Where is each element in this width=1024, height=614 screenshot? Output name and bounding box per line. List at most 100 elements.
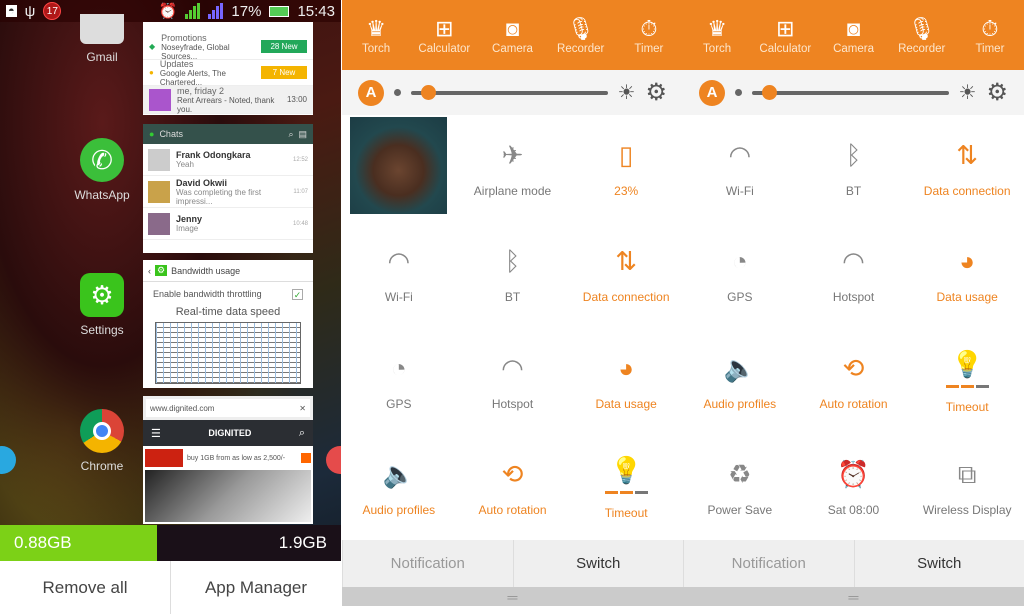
drag-handle-icon[interactable]: ═ <box>683 587 1024 606</box>
settings-card[interactable]: ‹ ⚙ Bandwidth usage Enable bandwidth throt… <box>143 260 313 388</box>
app-settings[interactable]: ⚙ Settings <box>62 273 142 337</box>
tab-switch[interactable]: Switch <box>853 540 1024 587</box>
tool-camera[interactable]: ◙ Camera <box>478 0 546 70</box>
brightness-low-icon <box>394 89 401 96</box>
row-title: Updates <box>159 58 194 69</box>
lock-icon[interactable] <box>0 446 16 474</box>
app-chrome[interactable]: Chrome <box>62 409 142 473</box>
profile-photo-tile[interactable] <box>342 115 456 221</box>
avatar <box>148 148 170 171</box>
avatar <box>148 180 170 203</box>
memory-total: 1.9GB <box>278 533 327 552</box>
toggle-airplane-mode[interactable]: ✈ Airplane mode <box>456 115 570 221</box>
chat-row[interactable]: Jenny Image 10:48 <box>143 208 313 240</box>
close-icon[interactable]: ✕ <box>299 404 306 413</box>
whatsapp-card[interactable]: ● Chats ⌕ ▤ Frank Odongkara Yeah 12:52 David … <box>143 124 313 253</box>
auto-rotation-icon: ⟲ <box>501 458 524 489</box>
tool-camera[interactable]: ◙ Camera <box>819 0 887 70</box>
url-field[interactable]: www.dignited.com <box>150 404 299 413</box>
toggle-audio-profiles[interactable]: 🔈 Audio profiles <box>342 434 456 540</box>
tool-recorder[interactable]: 🎙 Recorder <box>888 0 956 70</box>
tool-label: Recorder <box>898 43 946 55</box>
toggle-data-connection[interactable]: ⇅ Data connection <box>569 221 683 327</box>
brightness-knob[interactable] <box>420 84 436 100</box>
back-icon: ‹ <box>148 265 151 276</box>
toggle-timeout[interactable]: 💡 Timeout <box>910 328 1024 434</box>
tool-timer[interactable]: ⏱ Timer <box>956 0 1024 70</box>
toggle-bt[interactable]: ᛒ BT <box>797 115 911 221</box>
toggle-23-[interactable]: ▯ 23% <box>569 115 683 221</box>
data-connection-icon: ⇅ <box>615 246 638 277</box>
hotspot-icon: ◠ <box>842 246 865 277</box>
tool-calculator[interactable]: ⊞ Calculator <box>751 0 819 70</box>
brightness-slider[interactable] <box>752 84 949 100</box>
data-usage-icon: ◕ <box>959 246 976 277</box>
chats-title: Chats <box>159 129 183 139</box>
speed-chart <box>155 322 301 384</box>
whatsapp-icon: ● <box>149 129 155 139</box>
toggle-data-usage[interactable]: ◕ Data usage <box>910 221 1024 327</box>
app-label: WhatsApp <box>74 188 130 202</box>
app-gmail[interactable]: Gmail <box>62 14 142 64</box>
toggle-label: Data usage <box>936 290 998 305</box>
tab-switch[interactable]: Switch <box>512 540 684 587</box>
brightness-slider[interactable] <box>411 84 608 100</box>
chat-msg: Was completing the first impressi... <box>176 187 262 206</box>
toggle-wi-fi[interactable]: ◠ Wi-Fi <box>342 221 456 327</box>
tool-torch[interactable]: ♛ Torch <box>683 0 751 70</box>
toggle-label: Power Save <box>707 502 773 517</box>
battery-percent: 17% <box>231 2 262 20</box>
toggle-wi-fi[interactable]: ◠ Wi-Fi <box>683 115 797 221</box>
tab-notification[interactable]: Notification <box>342 540 513 587</box>
chat-row[interactable]: Frank Odongkara Yeah 12:52 <box>143 144 313 176</box>
trash-icon[interactable] <box>326 446 341 474</box>
toggle-auto-rotation[interactable]: ⟲ Auto rotation <box>456 434 570 540</box>
toggle-hotspot[interactable]: ◠ Hotspot <box>797 221 911 327</box>
tool-label: Camera <box>492 43 533 55</box>
tab-notification[interactable]: Notification <box>683 540 854 587</box>
camera-icon: ◙ <box>846 16 861 41</box>
toggle-label: Auto rotation <box>819 396 888 411</box>
mail-time: 13:00 <box>286 95 307 104</box>
toggle-sat-08-00[interactable]: ⏰ Sat 08:00 <box>797 434 911 540</box>
settings-gear-icon[interactable]: ⚙ <box>986 78 1008 107</box>
chrome-card[interactable]: www.dignited.com ✕ ☰ DIGNITED ⌕ buy 1GB fro… <box>143 396 313 524</box>
auto-brightness-button[interactable]: A <box>699 79 725 106</box>
tool-calculator[interactable]: ⊞ Calculator <box>410 0 478 70</box>
auto-brightness-button[interactable]: A <box>358 79 384 106</box>
tool-timer[interactable]: ⏱ Timer <box>615 0 683 70</box>
app-manager-button[interactable]: App Manager <box>170 561 341 614</box>
app-whatsapp[interactable]: ✆ WhatsApp <box>62 138 142 202</box>
gmail-card[interactable]: ◆ Promotions Noseyfrade, Global Sources...… <box>143 22 313 115</box>
tag-icon: ◆ <box>149 42 156 51</box>
remove-all-button[interactable]: Remove all <box>0 561 170 614</box>
camera-icon: ◙ <box>505 16 520 41</box>
drag-handle-bar[interactable]: ═ ═ <box>342 587 1024 606</box>
toggle-auto-rotation[interactable]: ⟲ Auto rotation <box>797 328 911 434</box>
toggle-bt[interactable]: ᛒ BT <box>456 221 570 327</box>
clock: 15:43 <box>297 2 335 20</box>
tool-torch[interactable]: ♛ Torch <box>342 0 410 70</box>
settings-gear-icon[interactable]: ⚙ <box>645 78 667 107</box>
throttle-checkbox[interactable]: ✓ <box>292 288 303 300</box>
drag-handle-icon[interactable]: ═ <box>342 587 683 606</box>
toggle-timeout[interactable]: 💡 Timeout <box>569 434 683 540</box>
row-sub: Google Alerts, The Chartered... <box>159 68 226 87</box>
toggle-gps[interactable]: ◔ GPS <box>683 221 797 327</box>
tool-recorder[interactable]: 🎙 Recorder <box>547 0 615 70</box>
brightness-high-icon: ☀ <box>617 82 636 104</box>
tool-label: Torch <box>362 43 391 55</box>
memory-used: 0.88GB <box>14 533 72 552</box>
toggle-data-usage[interactable]: ◕ Data usage <box>569 328 683 434</box>
toggle-gps[interactable]: ◔ GPS <box>342 328 456 434</box>
avatar <box>148 212 170 235</box>
brightness-knob[interactable] <box>761 84 777 100</box>
toggle-wireless-display[interactable]: ⧉ Wireless Display <box>910 434 1024 540</box>
chat-row[interactable]: David Okwii Was completing the first impr… <box>143 176 313 208</box>
toggle-hotspot[interactable]: ◠ Hotspot <box>456 328 570 434</box>
toggle-data-connection[interactable]: ⇅ Data connection <box>910 115 1024 221</box>
toggle-audio-profiles[interactable]: 🔈 Audio profiles <box>683 328 797 434</box>
chrome-icon <box>80 409 124 453</box>
gps-icon: ◔ <box>731 246 748 277</box>
toggle-power-save[interactable]: ♻ Power Save <box>683 434 797 540</box>
